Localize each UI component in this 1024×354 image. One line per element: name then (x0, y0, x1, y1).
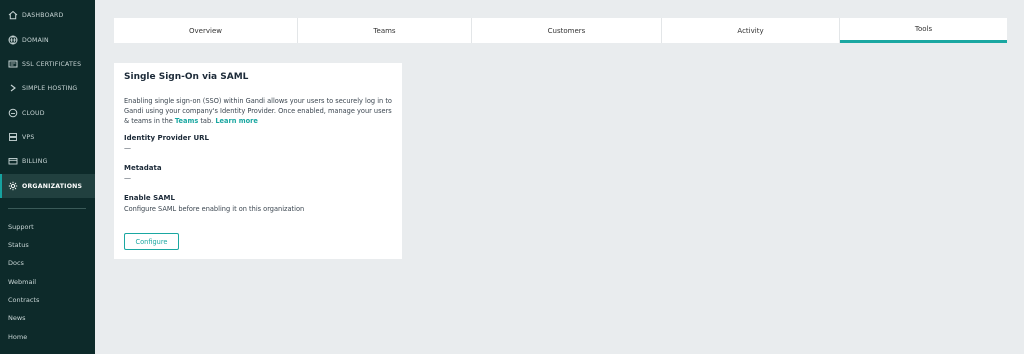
globe-icon (8, 35, 18, 45)
configure-button[interactable]: Configure (124, 233, 179, 250)
idp-url-value: — (124, 144, 131, 152)
sidebar-item-dashboard[interactable]: DASHBOARD (0, 3, 95, 27)
saml-description: Enabling single sign-on (SSO) within Gan… (124, 96, 396, 126)
sidebar-item-label: ORGANIZATIONS (22, 182, 83, 190)
saml-card: Single Sign-On via SAML Enabling single … (114, 63, 402, 259)
card-icon (8, 156, 18, 166)
tab-activity[interactable]: Activity (662, 18, 840, 43)
metadata-label: Metadata (124, 164, 162, 172)
sidebar-item-label: VPS (22, 133, 35, 141)
sidebar-link-support[interactable]: Support (8, 223, 34, 231)
tab-teams[interactable]: Teams (298, 18, 472, 43)
sidebar-item-label: CLOUD (22, 109, 45, 117)
sidebar-item-cloud[interactable]: CLOUD (0, 101, 95, 125)
server-icon (8, 132, 18, 142)
chevron-right-icon (8, 83, 18, 93)
metadata-value: — (124, 174, 131, 182)
sidebar-item-label: DASHBOARD (22, 11, 64, 19)
sidebar-divider (8, 208, 86, 209)
sidebar-item-label: SIMPLE HOSTING (22, 84, 78, 92)
cloud-icon (8, 108, 18, 118)
sidebar-link-status[interactable]: Status (8, 241, 29, 249)
sidebar-item-domain[interactable]: DOMAIN (0, 28, 95, 52)
sidebar-link-webmail[interactable]: Webmail (8, 278, 36, 286)
sidebar-item-ssl-certificates[interactable]: SSL CERTIFICATES (0, 52, 95, 76)
tab-customers[interactable]: Customers (472, 18, 662, 43)
card-title: Single Sign-On via SAML (124, 72, 249, 82)
learn-more-link[interactable]: Learn more (215, 117, 258, 125)
sidebar-item-label: BILLING (22, 157, 48, 165)
sidebar: DASHBOARD DOMAIN SSL CERTIFICATES SIMPLE… (0, 0, 95, 354)
sidebar-link-docs[interactable]: Docs (8, 259, 24, 267)
sidebar-item-simple-hosting[interactable]: SIMPLE HOSTING (0, 76, 95, 100)
tab-bar: Overview Teams Customers Activity Tools (114, 18, 1007, 43)
sidebar-item-vps[interactable]: VPS (0, 125, 95, 149)
sidebar-link-contracts[interactable]: Contracts (8, 296, 39, 304)
idp-url-label: Identity Provider URL (124, 134, 209, 142)
sidebar-link-home[interactable]: Home (8, 333, 27, 341)
sidebar-item-label: SSL CERTIFICATES (22, 60, 82, 68)
teams-link[interactable]: Teams (175, 117, 198, 125)
tab-overview[interactable]: Overview (114, 18, 298, 43)
description-text-end: tab. (198, 117, 216, 125)
enable-saml-note: Configure SAML before enabling it on thi… (124, 205, 305, 213)
sidebar-link-news[interactable]: News (8, 314, 26, 322)
sidebar-item-billing[interactable]: BILLING (0, 149, 95, 173)
tab-tools[interactable]: Tools (840, 18, 1007, 43)
sidebar-item-organizations[interactable]: ORGANIZATIONS (0, 174, 95, 198)
certificate-icon (8, 59, 18, 69)
gear-icon (8, 181, 18, 191)
sidebar-item-label: DOMAIN (22, 36, 49, 44)
enable-saml-label: Enable SAML (124, 194, 175, 202)
home-icon (8, 10, 18, 20)
